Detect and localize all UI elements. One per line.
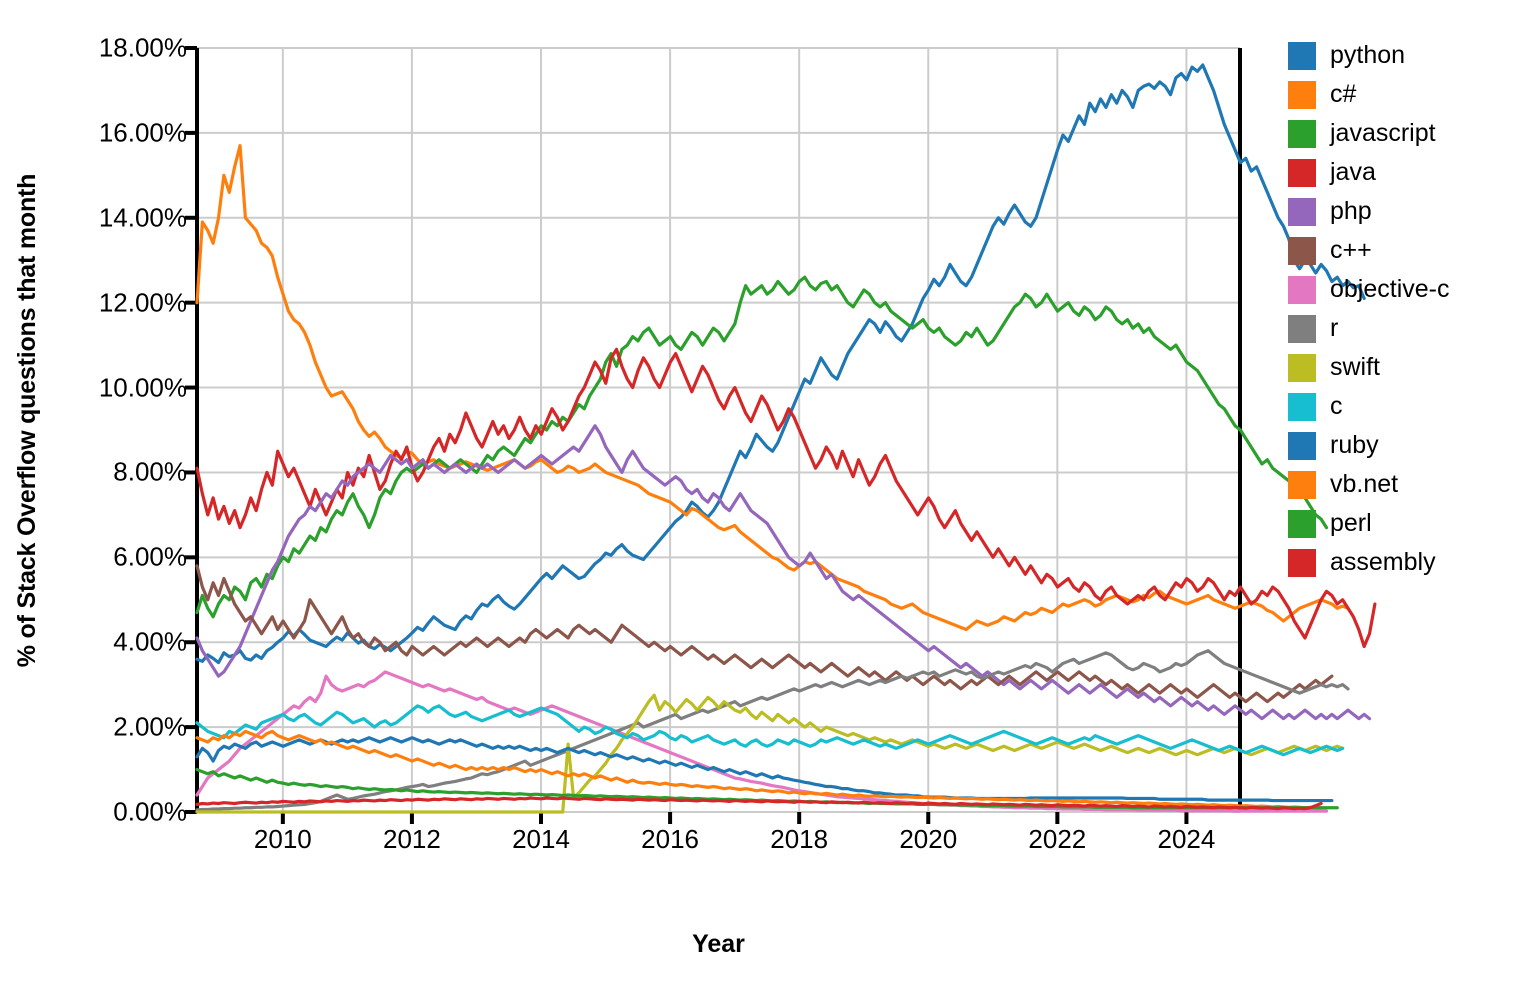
legend-item-label: java <box>1330 158 1376 186</box>
legend-swatch-icon <box>1288 392 1316 421</box>
y-tick-label: 8.00% <box>113 456 187 487</box>
legend-item-python[interactable]: python <box>1288 36 1508 75</box>
legend-swatch-icon <box>1288 509 1316 538</box>
y-tick-label: 14.00% <box>98 202 187 233</box>
legend-swatch-icon <box>1288 197 1316 226</box>
legend-item-c[interactable]: c <box>1288 387 1508 426</box>
legend-item-java[interactable]: java <box>1288 153 1508 192</box>
legend-item-label: c <box>1330 392 1343 420</box>
legend-swatch-icon <box>1288 158 1316 187</box>
legend-item-label: vb.net <box>1330 470 1399 498</box>
x-axis-label: Year <box>692 930 745 958</box>
legend-item-label: ruby <box>1330 431 1379 459</box>
legend-item-label: javascript <box>1330 119 1436 147</box>
series-line-java <box>195 347 1377 649</box>
legend-swatch-icon <box>1288 275 1316 304</box>
x-tick-label: 2014 <box>512 824 570 854</box>
legend-swatch-icon <box>1288 41 1316 70</box>
legend-swatch-icon <box>1288 470 1316 499</box>
legend-item-javascript[interactable]: javascript <box>1288 114 1508 153</box>
legend-swatch-icon <box>1288 119 1316 148</box>
plot-area <box>185 46 1377 824</box>
x-tick-label: 2012 <box>383 824 441 854</box>
legend-swatch-icon <box>1288 236 1316 265</box>
y-tick-label: 0.00% <box>113 796 187 827</box>
y-tick-label: 18.00% <box>98 32 187 63</box>
legend-item-c-[interactable]: c++ <box>1288 231 1508 270</box>
legend-item-assembly[interactable]: assembly <box>1288 543 1508 582</box>
y-tick-label: 4.00% <box>113 626 187 657</box>
chart-figure: % of Stack Overflow questions that month… <box>0 0 1518 1002</box>
gridlines <box>185 46 1242 824</box>
series-line-c <box>195 704 1345 757</box>
legend-item-label: swift <box>1330 353 1380 381</box>
legend-item-php[interactable]: php <box>1288 192 1508 231</box>
legend-item-label: c# <box>1330 80 1357 108</box>
legend-item-label: objective-c <box>1330 275 1450 303</box>
legend-item-label: r <box>1330 314 1339 342</box>
legend-item-label: c++ <box>1330 236 1372 264</box>
y-tick-label: 12.00% <box>98 287 187 318</box>
series-line-javascript <box>195 275 1329 619</box>
legend-item-r[interactable]: r <box>1288 309 1508 348</box>
y-tick-label: 6.00% <box>113 541 187 572</box>
chart-canvas <box>185 46 1377 824</box>
legend-swatch-icon <box>1288 80 1316 109</box>
legend-item-perl[interactable]: perl <box>1288 504 1508 543</box>
legend-item-ruby[interactable]: ruby <box>1288 426 1508 465</box>
y-tick-label: 16.00% <box>98 117 187 148</box>
series-line-c- <box>195 564 1334 704</box>
y-tick-label: 2.00% <box>113 711 187 742</box>
x-tick-label: 2020 <box>899 824 958 854</box>
legend-item-objective-c[interactable]: objective-c <box>1288 270 1508 309</box>
x-tick-label: 2022 <box>1028 824 1087 854</box>
legend-swatch-icon <box>1288 353 1316 382</box>
legend-item-label: assembly <box>1330 548 1436 576</box>
x-tick-label: 2010 <box>253 824 312 854</box>
y-tick-label: 10.00% <box>98 372 187 403</box>
legend-swatch-icon <box>1288 548 1316 577</box>
legend-item-label: perl <box>1330 509 1372 537</box>
legend-swatch-icon <box>1288 314 1316 343</box>
x-tick-label: 2024 <box>1157 824 1216 854</box>
legend-item-vb-net[interactable]: vb.net <box>1288 465 1508 504</box>
x-tick-label: 2018 <box>770 824 829 854</box>
legend-item-label: php <box>1330 197 1372 225</box>
legend-item-swift[interactable]: swift <box>1288 348 1508 387</box>
y-axis-ticks: 18.00% 16.00% 14.00% 12.00% 10.00% 8.00% 6.00%… <box>35 0 197 1002</box>
legend-item-label: python <box>1330 41 1406 69</box>
legend-swatch-icon <box>1288 431 1316 460</box>
series-lines <box>195 63 1377 814</box>
x-tick-label: 2016 <box>641 824 699 854</box>
chart-legend: python c# javascript java php c++ objective-c r… <box>1288 36 1508 582</box>
legend-item-c-[interactable]: c# <box>1288 75 1508 114</box>
